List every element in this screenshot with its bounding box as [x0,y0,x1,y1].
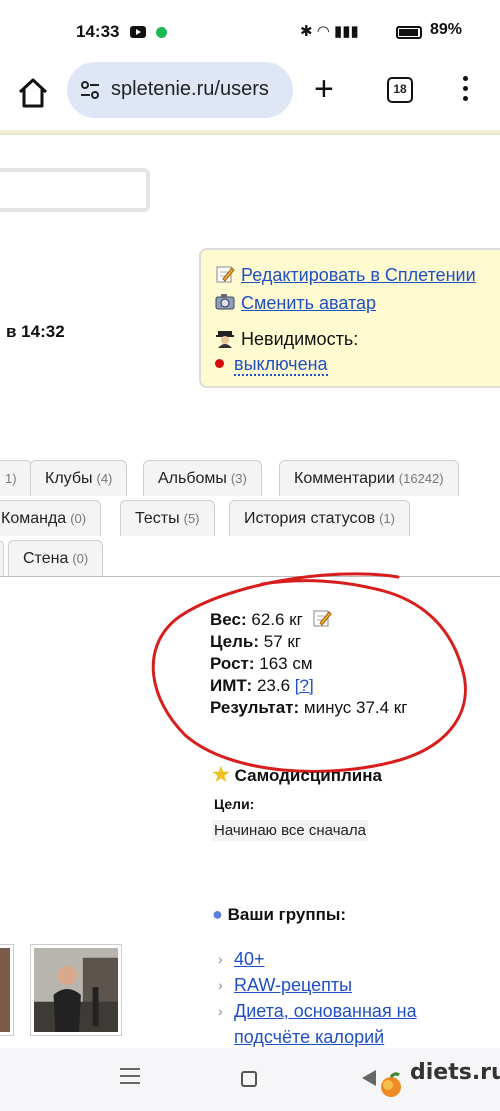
goals-text: Начинаю все сначала [212,820,368,841]
home-nav-icon[interactable] [241,1071,257,1087]
list-item: Диета, основанная на подсчёте калорий [218,998,417,1050]
discipline-title: Самодисциплина [234,766,382,785]
groups-icon: ● [212,904,223,924]
photo-thumbnail[interactable] [0,944,14,1036]
group-link-raw[interactable]: RAW-рецепты [234,975,352,995]
group-link-40plus[interactable]: 40+ [234,949,265,969]
goals-label: Цели: [214,796,255,812]
photo-thumbnail[interactable] [30,944,122,1036]
groups-title-row: ● Ваши группы: [212,904,346,925]
star-icon: ★ [212,764,230,786]
photo-image [34,948,118,1032]
list-item: RAW-рецепты [218,972,417,998]
watermark-text: diets.ru [410,1060,500,1085]
groups-list: 40+ RAW-рецепты Диета, основанная на подс… [218,946,417,1050]
recent-apps-icon[interactable] [120,1068,140,1086]
apple-logo-icon [381,1072,401,1097]
photo-image [0,948,10,1032]
group-link-diet[interactable]: Диета, основанная на [234,1001,417,1021]
discipline-title-row: ★ Самодисциплина [212,762,382,787]
list-item: 40+ [218,946,417,972]
system-nav-bar: diets.ru [0,1048,500,1111]
group-link-diet-cont[interactable]: подсчёте калорий [234,1027,384,1047]
back-icon[interactable] [362,1070,376,1086]
groups-title: Ваши группы: [227,905,347,924]
